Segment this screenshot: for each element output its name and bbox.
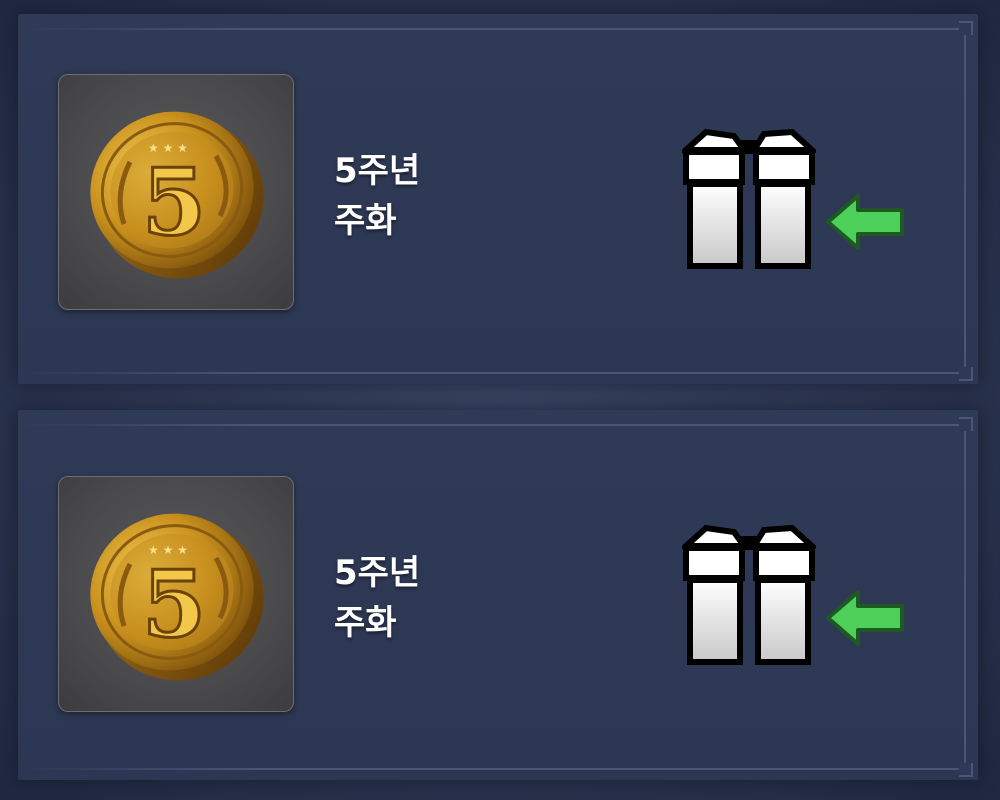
frame-corner bbox=[959, 367, 973, 381]
green-arrow-left-icon bbox=[826, 590, 904, 646]
gift-box-icon[interactable] bbox=[682, 518, 816, 666]
frame-corner bbox=[959, 763, 973, 777]
frame-corner bbox=[959, 21, 973, 35]
item-name-line2: 주화 bbox=[334, 201, 397, 241]
gift-box-icon[interactable] bbox=[682, 122, 816, 270]
item-slot[interactable]: ★ ★ ★ 5 bbox=[58, 476, 294, 712]
item-name-line1: 5주년 bbox=[334, 151, 421, 191]
item-slot[interactable]: ★ ★ ★ 5 bbox=[58, 74, 294, 310]
green-arrow-left-icon bbox=[826, 194, 904, 250]
claim-area bbox=[682, 122, 912, 272]
gold-coin-icon: ★ ★ ★ 5 bbox=[90, 111, 264, 279]
item-name-line2: 주화 bbox=[334, 603, 397, 643]
reward-row: ★ ★ ★ 5 5주년 주화 bbox=[18, 14, 978, 384]
svg-text:5: 5 bbox=[142, 550, 206, 658]
svg-text:5: 5 bbox=[142, 148, 206, 256]
claim-area bbox=[682, 518, 912, 668]
item-name: 5주년 주화 bbox=[334, 146, 420, 246]
gold-coin-icon: ★ ★ ★ 5 bbox=[90, 513, 264, 681]
item-name: 5주년 주화 bbox=[334, 548, 420, 648]
frame-corner bbox=[959, 417, 973, 431]
item-name-line1: 5주년 bbox=[334, 553, 421, 593]
reward-row: ★ ★ ★ 5 5주년 주화 bbox=[18, 410, 978, 780]
